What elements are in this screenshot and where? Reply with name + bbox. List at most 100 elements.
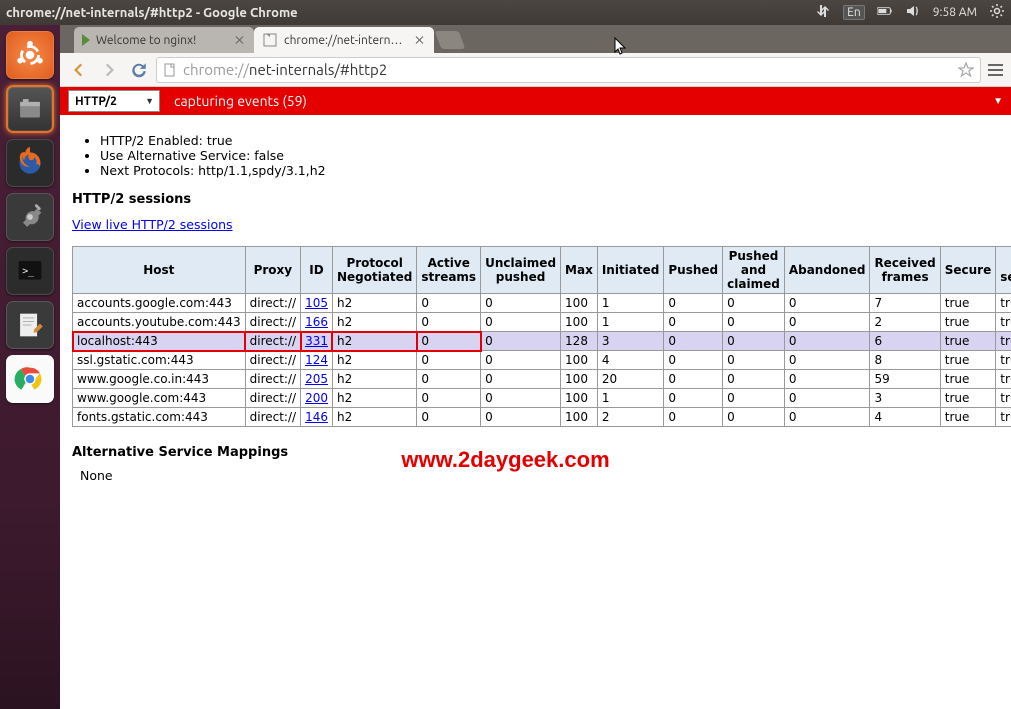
clock[interactable]: 9:58 AM: [933, 6, 977, 19]
launcher-text-editor[interactable]: [6, 301, 54, 349]
table-cell: 4: [870, 408, 940, 427]
table-row: accounts.youtube.com:443direct://166h200…: [73, 313, 1011, 332]
system-menubar: chrome://net-internals/#http2 - Google C…: [0, 0, 1011, 25]
col-header: Pushed and claimed: [723, 247, 785, 294]
table-cell: direct://: [245, 294, 300, 313]
session-id-link[interactable]: 105: [305, 296, 328, 310]
table-cell: 100: [561, 408, 598, 427]
new-tab-button[interactable]: [435, 31, 466, 49]
table-cell: 1: [597, 294, 664, 313]
table-cell: 6: [870, 332, 940, 351]
svg-text:>_: >_: [22, 266, 34, 277]
watermark: www.2daygeek.com: [401, 447, 609, 473]
table-cell: 0: [723, 408, 785, 427]
table-cell: h2: [332, 370, 416, 389]
nginx-favicon: [82, 34, 90, 46]
table-cell: 0: [723, 313, 785, 332]
session-id-link[interactable]: 124: [305, 353, 328, 367]
table-cell: 200: [301, 389, 333, 408]
reload-button[interactable]: [126, 57, 152, 83]
section-dropdown[interactable]: HTTP/2: [68, 90, 160, 112]
table-cell: h2: [332, 389, 416, 408]
table-cell: 2: [870, 313, 940, 332]
unity-launcher: >_: [0, 25, 60, 709]
gear-icon[interactable]: [989, 3, 1005, 22]
col-header: ID: [301, 247, 333, 294]
table-cell: direct://: [245, 351, 300, 370]
table-cell: 0: [723, 332, 785, 351]
chrome-menu-button[interactable]: [985, 60, 1005, 80]
launcher-settings[interactable]: [6, 193, 54, 241]
table-cell: 0: [664, 408, 723, 427]
session-id-link[interactable]: 166: [305, 315, 328, 329]
table-cell: 0: [481, 351, 561, 370]
col-header: Proxy: [245, 247, 300, 294]
view-live-sessions-link[interactable]: View live HTTP/2 sessions: [72, 217, 233, 232]
mouse-cursor: [614, 37, 628, 57]
table-cell: h2: [332, 294, 416, 313]
close-icon[interactable]: [414, 34, 426, 46]
table-cell: 0: [417, 294, 481, 313]
table-cell: 20: [597, 370, 664, 389]
table-cell: ssl.gstatic.com:443: [73, 351, 246, 370]
table-cell: 0: [417, 351, 481, 370]
table-cell: 0: [723, 389, 785, 408]
table-cell: true: [996, 294, 1011, 313]
sound-icon[interactable]: [905, 3, 921, 22]
forward-button[interactable]: [96, 57, 122, 83]
table-cell: 0: [481, 313, 561, 332]
table-cell: 1: [597, 389, 664, 408]
tab-net-internals[interactable]: chrome://net-intern…: [254, 27, 434, 53]
session-id-link[interactable]: 146: [305, 410, 328, 424]
chevron-down-icon[interactable]: ▼: [993, 95, 1003, 107]
launcher-dash[interactable]: [6, 31, 54, 79]
table-cell: 2: [597, 408, 664, 427]
network-icon[interactable]: [815, 3, 831, 22]
http2-sessions-table: HostProxyIDProtocol NegotiatedActive str…: [72, 246, 1011, 427]
table-cell: 3: [597, 332, 664, 351]
address-bar[interactable]: chrome://net-internals/#http2: [156, 57, 981, 83]
table-cell: h2: [332, 351, 416, 370]
battery-icon[interactable]: [877, 3, 893, 22]
launcher-files[interactable]: [6, 85, 54, 133]
session-id-link[interactable]: 205: [305, 372, 328, 386]
table-cell: 0: [417, 408, 481, 427]
table-cell: true: [996, 313, 1011, 332]
table-cell: true: [996, 389, 1011, 408]
col-header: Max: [561, 247, 598, 294]
col-header: Pushed: [664, 247, 723, 294]
table-cell: 0: [481, 294, 561, 313]
table-cell: 7: [870, 294, 940, 313]
table-cell: 0: [481, 389, 561, 408]
launcher-firefox[interactable]: [6, 139, 54, 187]
tab-nginx[interactable]: Welcome to nginx!: [74, 27, 254, 53]
table-cell: 0: [664, 313, 723, 332]
launcher-chrome[interactable]: [6, 355, 54, 403]
launcher-terminal[interactable]: >_: [6, 247, 54, 295]
table-cell: h2: [332, 408, 416, 427]
col-header: Initiated: [597, 247, 664, 294]
language-indicator[interactable]: En: [843, 5, 865, 20]
session-id-link[interactable]: 331: [305, 334, 328, 348]
page-icon: [163, 63, 177, 77]
table-cell: 0: [784, 370, 870, 389]
tab-title: chrome://net-intern…: [284, 34, 410, 47]
table-cell: 0: [723, 370, 785, 389]
section-label: HTTP/2: [75, 95, 117, 108]
table-cell: 0: [417, 370, 481, 389]
back-button[interactable]: [66, 57, 92, 83]
table-cell: true: [940, 313, 996, 332]
table-cell: 3: [870, 389, 940, 408]
table-cell: 0: [664, 389, 723, 408]
session-id-link[interactable]: 200: [305, 391, 328, 405]
table-cell: h2: [332, 313, 416, 332]
table-cell: 8: [870, 351, 940, 370]
table-cell: 0: [723, 351, 785, 370]
bookmark-star-icon[interactable]: [958, 62, 974, 78]
table-cell: 0: [664, 294, 723, 313]
close-icon[interactable]: [234, 34, 246, 46]
page-content: HTTP/2 Enabled: true Use Alternative Ser…: [60, 115, 1011, 709]
table-cell: true: [940, 389, 996, 408]
col-header: Sent settings: [996, 247, 1011, 294]
table-cell: 0: [481, 332, 561, 351]
